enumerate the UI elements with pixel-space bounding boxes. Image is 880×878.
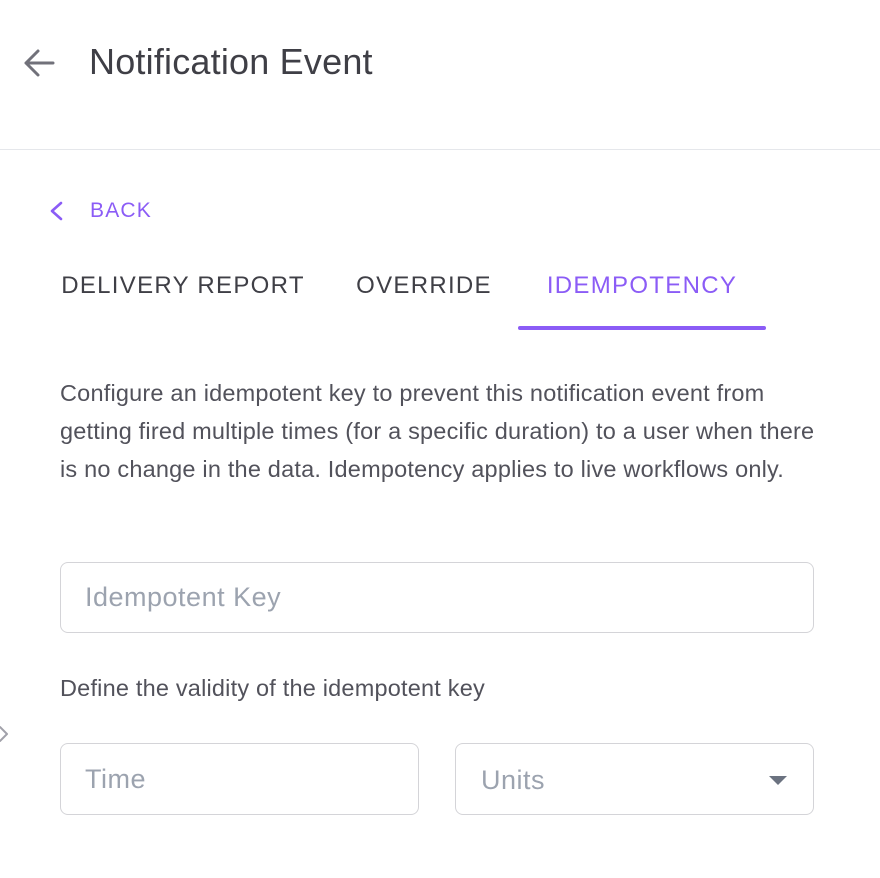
tab-bar: DELIVERY REPORT OVERRIDE IDEMPOTENCY xyxy=(38,262,798,330)
time-field[interactable] xyxy=(60,743,419,815)
units-placeholder: Units xyxy=(481,765,546,795)
chevron-left-icon xyxy=(50,201,63,221)
tab-label: IDEMPOTENCY xyxy=(546,272,738,299)
back-link[interactable]: BACK xyxy=(46,196,152,226)
tab-idempotency[interactable]: IDEMPOTENCY xyxy=(518,262,766,330)
tab-delivery-report[interactable]: DELIVERY REPORT xyxy=(38,262,328,330)
caret-down-icon xyxy=(769,776,787,785)
chevron-right-icon[interactable] xyxy=(0,724,12,744)
arrow-left-icon[interactable] xyxy=(22,46,56,80)
time-input[interactable] xyxy=(61,744,418,814)
tab-label: DELIVERY REPORT xyxy=(61,272,305,299)
active-tab-indicator xyxy=(518,326,766,330)
page-title: Notification Event xyxy=(89,41,373,82)
back-link-label: BACK xyxy=(90,199,152,222)
idempotent-key-field[interactable] xyxy=(60,562,814,633)
validity-label: Define the validity of the idempotent ke… xyxy=(60,675,485,701)
units-select[interactable]: Units xyxy=(455,743,814,815)
page-header: Notification Event xyxy=(0,0,880,150)
tab-override[interactable]: OVERRIDE xyxy=(338,262,510,330)
idempotency-description: Configure an idempotent key to prevent t… xyxy=(60,380,815,482)
idempotent-key-input[interactable] xyxy=(61,563,813,632)
tab-label: OVERRIDE xyxy=(356,272,492,299)
